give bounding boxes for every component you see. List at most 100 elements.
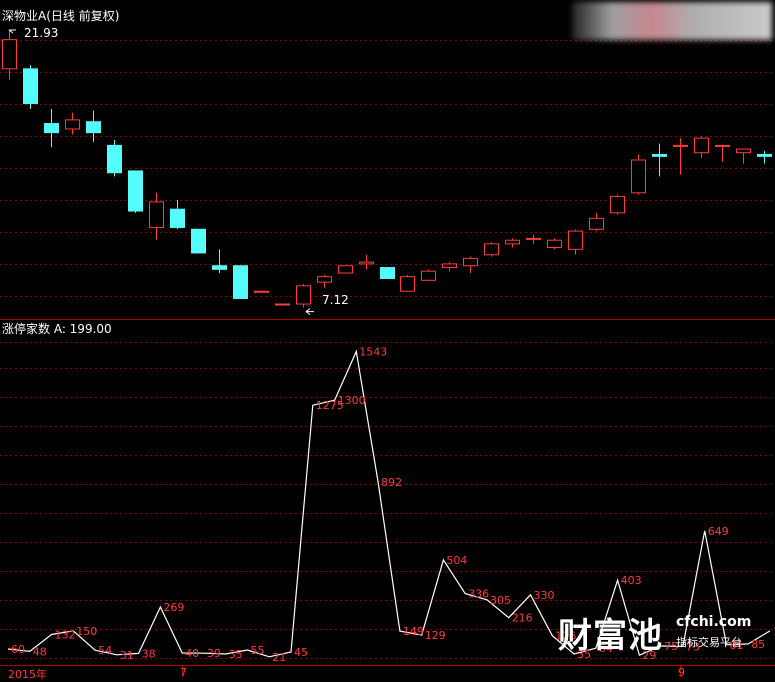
- candle-body: [505, 239, 520, 245]
- data-label: 48: [33, 645, 47, 658]
- data-label: 649: [708, 525, 729, 538]
- candle-body: [44, 123, 59, 134]
- data-label: 31: [120, 649, 134, 662]
- candle: [631, 154, 646, 195]
- candle: [359, 254, 374, 270]
- candle-body: [547, 239, 562, 248]
- candle-body: [338, 265, 353, 274]
- candle-body: [107, 144, 122, 174]
- candle: [23, 65, 38, 109]
- data-label: 85: [751, 638, 765, 651]
- candle: [421, 269, 436, 281]
- chart-window: 60 48 132 150 54 31 38 269 40 39 35 55 21 45 1275 1300 1…: [0, 0, 775, 681]
- data-label: 1543: [359, 346, 387, 359]
- value-labels: 60 48132 15054 31 3826940 39 35 5521 45127513001…: [8, 29, 775, 664]
- candle: [505, 238, 520, 248]
- candle: [484, 242, 499, 257]
- candle: [233, 265, 248, 300]
- candle: [442, 262, 457, 272]
- candle-body: [233, 265, 248, 300]
- candle-body: [673, 144, 688, 147]
- data-label: 35: [229, 648, 243, 661]
- blurred-region: [572, 2, 772, 40]
- candle: [652, 143, 667, 177]
- data-label: 892: [381, 476, 402, 489]
- candle-body: [715, 144, 730, 147]
- candle: [547, 238, 562, 250]
- candle-body: [463, 257, 478, 267]
- candle: [526, 234, 541, 244]
- data-label: 132: [55, 629, 76, 642]
- watermark-site: cfchi.com: [676, 614, 752, 630]
- candle: [380, 267, 395, 279]
- data-label: 330: [534, 589, 555, 602]
- candle-body: [757, 154, 772, 157]
- candle-body: [610, 195, 625, 214]
- watermark-tagline: 指标交易平台: [676, 636, 742, 649]
- data-label: 216: [512, 612, 533, 625]
- candle-body: [317, 276, 332, 283]
- data-label: 269: [163, 601, 184, 614]
- x-axis-label-month-7: 7: [180, 666, 187, 679]
- data-label: 149: [403, 625, 424, 638]
- candle-body: [149, 201, 164, 228]
- data-label: 45: [294, 646, 308, 659]
- candle-body: [65, 119, 80, 130]
- candle: [568, 229, 583, 255]
- candle: [275, 303, 290, 306]
- candle-body: [2, 39, 17, 70]
- grid-lines: [0, 40, 775, 677]
- data-label: 55: [251, 644, 265, 657]
- candle: [86, 110, 101, 142]
- candle-body: [568, 230, 583, 250]
- data-label: 39: [207, 647, 221, 660]
- candle-body: [212, 265, 227, 270]
- data-label: 21: [272, 651, 286, 664]
- x-axis-label-month-9: 9: [678, 666, 685, 679]
- upper-panel-title: 深物业A(日线 前复权): [2, 9, 120, 23]
- candle-body: [359, 261, 374, 265]
- watermark-logo: 财富池: [558, 616, 663, 656]
- data-label: 60: [11, 643, 25, 656]
- candle: [296, 283, 311, 308]
- candle-body: [694, 137, 709, 154]
- data-label: 1300: [338, 394, 366, 407]
- candle: [463, 256, 478, 274]
- candle-body: [400, 276, 415, 292]
- candle: [254, 290, 269, 293]
- data-label: 150: [76, 625, 97, 638]
- candle: [694, 136, 709, 159]
- candle: [2, 30, 17, 80]
- candle-body: [652, 154, 667, 157]
- candle: [338, 265, 353, 274]
- x-axis-label-year: 2015年: [8, 668, 47, 681]
- candle: [212, 249, 227, 274]
- data-label: 38: [142, 647, 156, 660]
- candle-body: [421, 270, 436, 281]
- data-label: 336: [468, 588, 489, 601]
- candle: [715, 144, 730, 162]
- data-label: 40: [185, 647, 199, 660]
- candle: [149, 192, 164, 241]
- candle: [400, 274, 415, 292]
- candle-body: [589, 217, 604, 230]
- candle: [107, 139, 122, 177]
- max-arrow: [8, 29, 16, 34]
- candle: [128, 170, 143, 213]
- candle-body: [296, 285, 311, 305]
- candle-body: [128, 170, 143, 212]
- candle: [191, 228, 206, 254]
- candle-body: [442, 263, 457, 269]
- candle-body: [275, 303, 290, 306]
- candle: [610, 194, 625, 215]
- candle-body: [191, 228, 206, 254]
- chart-canvas[interactable]: 60 48132 15054 31 3826940 39 35 5521 45127513001…: [0, 0, 775, 677]
- candle-body: [526, 237, 541, 240]
- candle: [736, 148, 751, 164]
- lower-panel-title: 涨停家数 A: 199.00: [2, 322, 112, 336]
- candle: [673, 138, 688, 175]
- candle: [589, 212, 604, 232]
- candle: [170, 200, 185, 230]
- candle: [65, 112, 80, 135]
- data-label: 504: [446, 554, 467, 567]
